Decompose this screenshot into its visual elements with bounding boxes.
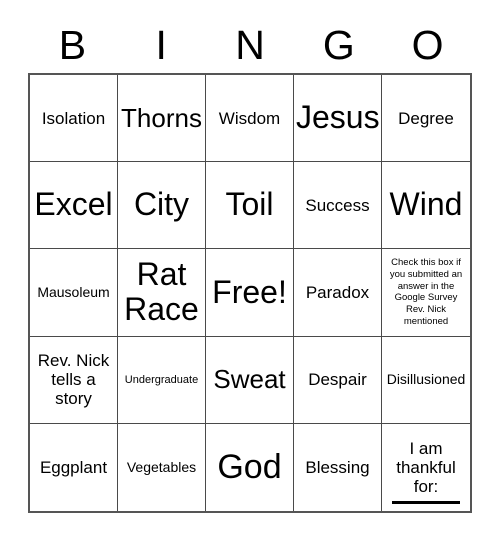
bingo-cell-r1c2[interactable]: Thorns	[118, 75, 206, 163]
bingo-cell-r2c1[interactable]: Excel	[30, 162, 118, 250]
bingo-cell-r2c5[interactable]: Wind	[382, 162, 470, 250]
bingo-cell-label: Rat Race	[124, 255, 199, 328]
bingo-cell-r4c2[interactable]: Undergraduate	[118, 336, 206, 424]
bingo-cell-label: City	[133, 186, 190, 223]
bingo-cell-r3c1[interactable]: Mausoleum	[30, 249, 118, 337]
bingo-grid: Isolation Thorns Wisdom Jesus Degree Excel Cit…	[28, 73, 472, 513]
bingo-cell-r5c5[interactable]: I am thankful for:	[382, 423, 470, 511]
bingo-cell-r5c4[interactable]: Blessing	[294, 423, 382, 511]
bingo-cell-label: Wind	[389, 186, 463, 223]
bingo-cell-label: Disillusioned	[386, 370, 466, 387]
bingo-cell-label: Wisdom	[218, 108, 281, 128]
bingo-cell-label: Sweat	[213, 364, 286, 395]
bingo-cell-label: Thorns	[121, 102, 202, 133]
bingo-cell-label: I am thankful for:	[396, 438, 456, 496]
header-letter-o: O	[411, 22, 444, 68]
bingo-cell-label: Free!	[212, 273, 287, 310]
bingo-cell-label: Vegetables	[126, 458, 197, 475]
bingo-cell-label: Blessing	[305, 457, 370, 477]
bingo-cell-r3c2[interactable]: Rat Race	[118, 249, 206, 337]
bingo-cell-r4c5[interactable]: Disillusioned	[382, 336, 470, 424]
bingo-cell-r5c2[interactable]: Vegetables	[118, 423, 206, 511]
header-letter-n: N	[235, 22, 265, 68]
bingo-cell-label: Toil	[225, 186, 274, 223]
bingo-cell-r5c3[interactable]: God	[206, 423, 294, 511]
bingo-cell-r3c5[interactable]: Check this box if you submitted an answe…	[382, 249, 470, 337]
bingo-cell-r1c4[interactable]: Jesus	[294, 75, 382, 163]
bingo-cell-r2c3[interactable]: Toil	[206, 162, 294, 250]
bingo-cell-label: Undergraduate	[124, 373, 199, 386]
bingo-card: B I N G O Isolation Thorns Wisdom Jesus Degr…	[0, 0, 500, 544]
bingo-cell-r1c5[interactable]: Degree	[382, 75, 470, 163]
bingo-cell-r3c4[interactable]: Paradox	[294, 249, 382, 337]
bingo-cell-r1c1[interactable]: Isolation	[30, 75, 118, 163]
bingo-cell-r4c1[interactable]: Rev. Nick tells a story	[30, 336, 118, 424]
header-letter-g: G	[322, 22, 355, 68]
bingo-cell-r1c3[interactable]: Wisdom	[206, 75, 294, 163]
bingo-cell-label: Mausoleum	[37, 283, 110, 300]
bingo-cell-r4c4[interactable]: Despair	[294, 336, 382, 424]
bingo-cell-r3c3[interactable]: Free!	[206, 249, 294, 337]
bingo-cell-label: Degree	[398, 108, 454, 128]
bingo-cell-label: Jesus	[296, 99, 380, 136]
bingo-cell-label: Eggplant	[39, 457, 108, 477]
bingo-cell-label: Rev. Nick tells a story	[37, 351, 110, 409]
bingo-cell-label: Paradox	[305, 282, 370, 302]
bingo-cell-label: Success	[305, 195, 370, 215]
bingo-cell-label: Despair	[308, 370, 367, 390]
header-letter-i: I	[155, 22, 167, 68]
header-letter-b: B	[58, 22, 87, 68]
write-in-blank-line	[392, 500, 460, 504]
bingo-cell-label: Check this box if you submitted an answe…	[389, 256, 463, 328]
bingo-cell-r5c1[interactable]: Eggplant	[30, 423, 118, 511]
bingo-header: B I N G O	[28, 18, 472, 73]
bingo-cell-label: Excel	[34, 186, 113, 223]
bingo-cell-label: Isolation	[41, 108, 106, 128]
bingo-cell-r2c2[interactable]: City	[118, 162, 206, 250]
bingo-cell-r4c3[interactable]: Sweat	[206, 336, 294, 424]
bingo-cell-label: God	[217, 448, 282, 487]
bingo-cell-r2c4[interactable]: Success	[294, 162, 382, 250]
